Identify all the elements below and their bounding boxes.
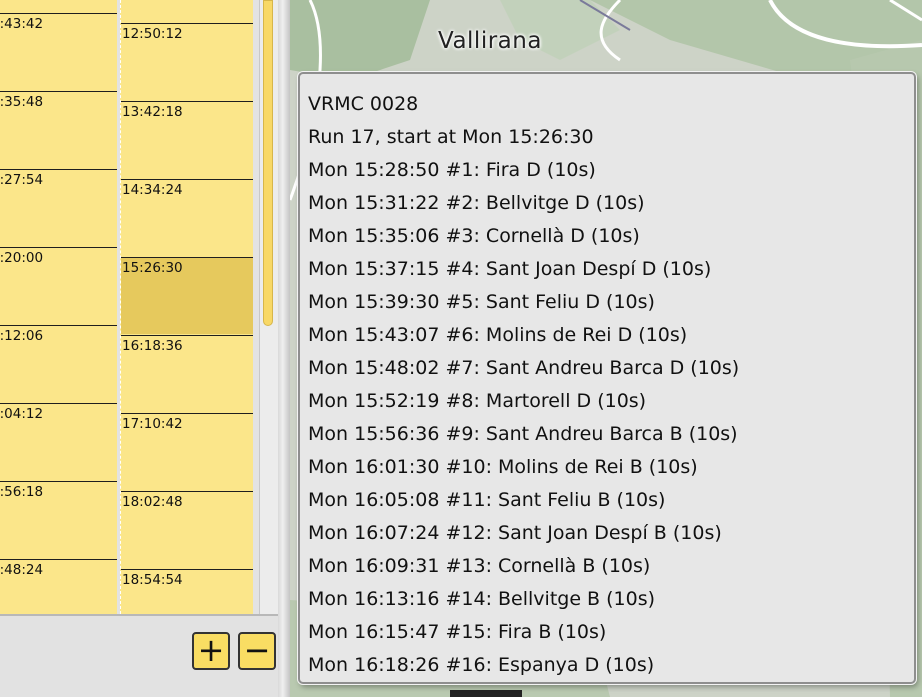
schedule-column-earlier: 2:43:42 3:35:48 4:27:54 5:20:00 6:12:06 7:04:… xyxy=(0,0,117,614)
stop-entry: Mon 16:09:31 #13: Cornellà B (10s) xyxy=(308,555,651,577)
stop-entry: Mon 16:18:26 #16: Espanya D (10s) xyxy=(308,654,655,676)
stop-entry: Mon 15:43:07 #6: Molins de Rei D (10s) xyxy=(308,324,688,346)
schedule-slot-time: 5:20:00 xyxy=(0,250,44,266)
schedule-slot-time: 2:43:42 xyxy=(0,16,44,32)
schedule-slot-time: 7:04:12 xyxy=(0,406,44,422)
stop-entry: Mon 15:39:30 #5: Sant Feliu D (10s) xyxy=(308,291,655,313)
schedule-slot[interactable]: 18:02:48 xyxy=(121,491,253,568)
schedule-slot-time: 4:27:54 xyxy=(0,172,44,188)
schedule-slot[interactable]: 5:20:00 xyxy=(0,247,117,324)
stop-entry: Mon 16:07:24 #12: Sant Joan Despí B (10s… xyxy=(308,522,722,544)
schedule-slot[interactable] xyxy=(121,0,253,22)
stop-entry: Mon 15:56:36 #9: Sant Andreu Barca B (10… xyxy=(308,423,738,445)
schedule-slot-time: 13:42:18 xyxy=(122,104,183,120)
schedule-slot[interactable]: 15:26:30 xyxy=(121,257,253,334)
stop-entry: Mon 15:37:15 #4: Sant Joan Despí D (10s) xyxy=(308,258,712,280)
schedule-slot[interactable]: 13:42:18 xyxy=(121,101,253,178)
schedule-slot-time: 14:34:24 xyxy=(122,182,183,198)
schedule-slot[interactable]: 14:34:24 xyxy=(121,179,253,256)
schedule-scrollbar[interactable] xyxy=(259,0,279,614)
stop-entry: Mon 15:52:19 #8: Martorell D (10s) xyxy=(308,390,647,412)
schedule-slot[interactable]: 7:56:18 xyxy=(0,481,117,558)
stop-entry: Mon 16:05:08 #11: Sant Feliu B (10s) xyxy=(308,489,666,511)
stop-entry: Mon 16:13:16 #14: Bellvitge B (10s) xyxy=(308,588,656,610)
stop-entry: Mon 16:01:30 #10: Molins de Rei B (10s) xyxy=(308,456,698,478)
schedule-slot[interactable]: 3:48:24 xyxy=(0,559,117,614)
map-town-label: Vallirana xyxy=(438,28,542,54)
stop-entry: Mon 15:48:02 #7: Sant Andreu Barca D (10… xyxy=(308,357,740,379)
zoom-in-button[interactable]: + xyxy=(192,632,230,670)
schedule-slot[interactable] xyxy=(0,0,117,13)
stop-entry: Mon 15:35:06 #3: Cornellà D (10s) xyxy=(308,225,640,247)
schedule-slot-time: 6:12:06 xyxy=(0,328,44,344)
schedule-slot-time: 18:02:48 xyxy=(122,494,183,510)
zoom-out-button[interactable]: − xyxy=(238,632,276,670)
vehicle-info-popup: VRMC 0028 Run 17, start at Mon 15:26:30 … xyxy=(298,72,916,684)
panel-splitter[interactable] xyxy=(278,0,290,697)
schedule-slot-time: 17:10:42 xyxy=(122,416,183,432)
schedule-slot[interactable]: 18:54:54 xyxy=(121,569,253,614)
schedule-slot[interactable]: 6:12:06 xyxy=(0,325,117,402)
schedule-slot-time: 18:54:54 xyxy=(122,572,183,588)
schedule-slot[interactable]: 7:04:12 xyxy=(0,403,117,480)
stop-entry: Mon 16:15:47 #15: Fira B (10s) xyxy=(308,621,607,643)
schedule-panel: 2:43:42 3:35:48 4:27:54 5:20:00 6:12:06 7:04:… xyxy=(0,0,290,697)
schedule-scrollbar-thumb[interactable] xyxy=(263,0,273,326)
stop-entry: Mon 15:31:22 #2: Bellvitge D (10s) xyxy=(308,192,645,214)
schedule-footer xyxy=(0,614,278,697)
vehicle-id: VRMC 0028 xyxy=(308,93,419,115)
schedule-slot-time: 16:18:36 xyxy=(122,338,183,354)
schedule-slot-time: 15:26:30 xyxy=(122,260,183,276)
schedule-slot-time: 12:50:12 xyxy=(122,26,183,42)
schedule-slot[interactable]: 3:35:48 xyxy=(0,91,117,168)
schedule-slot-time: 3:48:24 xyxy=(0,562,44,578)
schedule-slot-time: 7:56:18 xyxy=(0,484,44,500)
stop-entry: Mon 15:28:50 #1: Fira D (10s) xyxy=(308,159,596,181)
schedule-column-current: 12:50:12 13:42:18 14:34:24 15:26:30 16:18:36… xyxy=(120,0,253,614)
run-info: Run 17, start at Mon 15:26:30 xyxy=(308,126,594,148)
schedule-slot[interactable]: 4:27:54 xyxy=(0,169,117,246)
schedule-slot[interactable]: 2:43:42 xyxy=(0,13,117,90)
schedule-slot[interactable]: 17:10:42 xyxy=(121,413,253,490)
schedule-slot-time: 3:35:48 xyxy=(0,94,44,110)
schedule-slot[interactable]: 12:50:12 xyxy=(121,23,253,100)
schedule-slot[interactable]: 16:18:36 xyxy=(121,335,253,412)
